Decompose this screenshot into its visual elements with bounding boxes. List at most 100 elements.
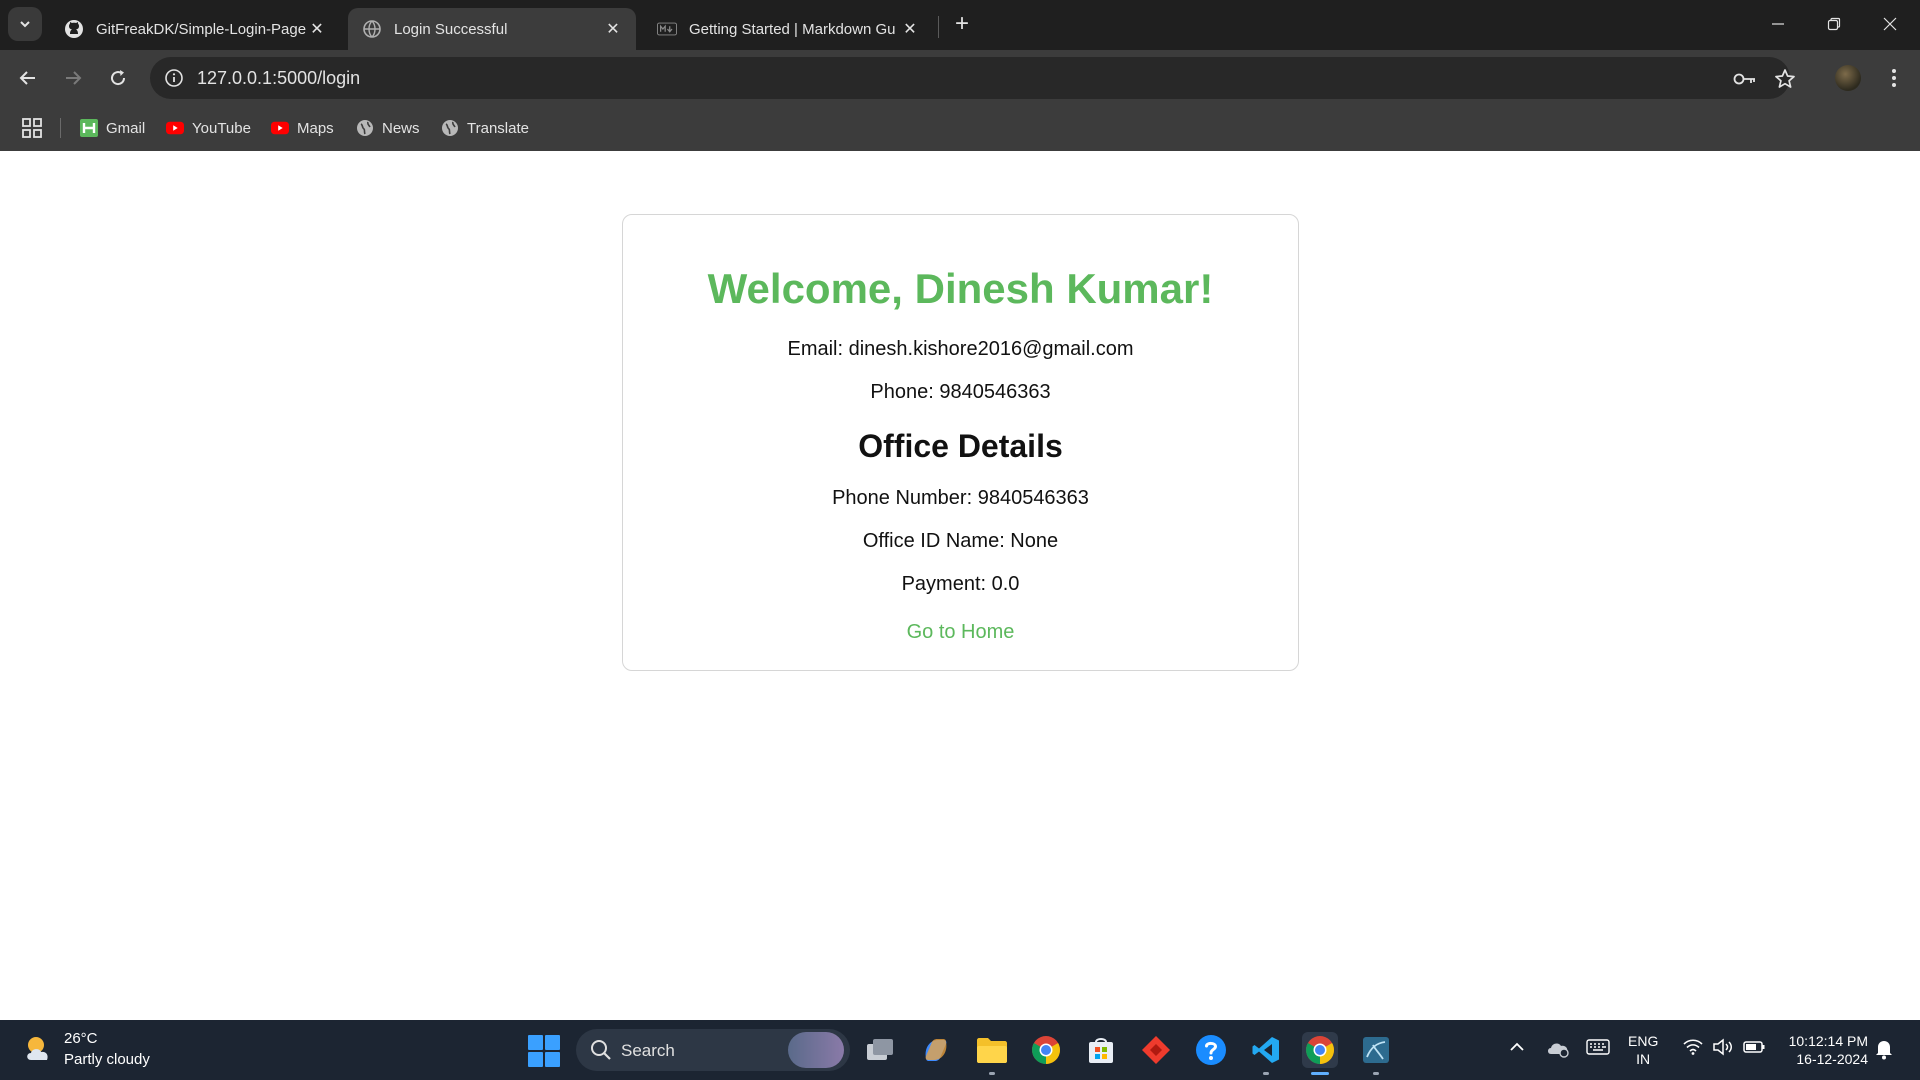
- bookmark-maps[interactable]: Maps: [271, 116, 334, 140]
- minimize-button[interactable]: [1750, 0, 1806, 48]
- site-info-icon[interactable]: [162, 66, 186, 90]
- maps-icon: [271, 119, 289, 137]
- anydesk-icon: [1142, 1036, 1170, 1064]
- notification-bell-icon[interactable]: [1874, 1038, 1894, 1060]
- tab-title: GitFreakDK/Simple-Login-Page: [96, 20, 306, 38]
- search-icon: [591, 1040, 611, 1060]
- tab-title: Getting Started | Markdown Gu: [689, 20, 896, 38]
- bookmark-gmail[interactable]: Gmail: [80, 116, 145, 140]
- profile-avatar[interactable]: [1835, 65, 1861, 91]
- taskbar: 26°C Partly cloudy Search ENG IN 10:12:1…: [0, 1020, 1920, 1080]
- region-code: IN: [1636, 1051, 1651, 1067]
- clock-time: 10:12:14 PM: [1788, 1033, 1868, 1049]
- search-highlight-image: [788, 1032, 844, 1068]
- url-text[interactable]: 127.0.0.1:5000/login: [197, 68, 360, 89]
- browser-toolbar: 127.0.0.1:5000/login: [0, 50, 1920, 106]
- file-explorer-app[interactable]: [974, 1032, 1010, 1075]
- bookmark-youtube[interactable]: YouTube: [166, 116, 251, 140]
- start-button[interactable]: [528, 1035, 560, 1067]
- arrow-left-icon: [19, 71, 35, 85]
- keyboard-icon[interactable]: [1586, 1038, 1610, 1056]
- weather-description[interactable]: Partly cloudy: [64, 1051, 150, 1068]
- arrow-right-icon: [66, 71, 82, 85]
- github-icon: [64, 19, 84, 39]
- tab-search-button[interactable]: [8, 7, 42, 41]
- weather-temperature[interactable]: 26°C: [64, 1030, 98, 1047]
- chrome-profile-app[interactable]: [1302, 1032, 1338, 1075]
- bookmark-news[interactable]: News: [356, 116, 420, 140]
- globe-icon: [362, 19, 382, 39]
- running-indicator: [989, 1072, 995, 1075]
- browser-menu-button[interactable]: [1880, 64, 1908, 92]
- bookmark-label: Gmail: [106, 119, 146, 137]
- onedrive-cloud-icon[interactable]: [1546, 1038, 1570, 1058]
- close-icon[interactable]: ✕: [602, 18, 624, 40]
- running-indicator: [1373, 1072, 1379, 1075]
- forward-button[interactable]: [55, 60, 91, 96]
- bookmark-label: News: [382, 119, 420, 137]
- bookmark-label: Translate: [467, 119, 529, 137]
- taskbar-search[interactable]: Search: [576, 1029, 850, 1071]
- windows-logo-pane: [545, 1035, 560, 1050]
- microsoft-store-app[interactable]: [1083, 1032, 1119, 1068]
- vscode-icon: [1252, 1037, 1279, 1063]
- bookmarks-bar: Gmail YouTube Maps News Translate: [0, 106, 1920, 151]
- close-icon: [1883, 17, 1897, 31]
- language-code: ENG: [1628, 1033, 1659, 1049]
- payment-text: Payment: 0.0: [901, 573, 1020, 595]
- search-label: Search: [621, 1041, 675, 1060]
- anydesk-app[interactable]: [1138, 1032, 1174, 1068]
- close-icon[interactable]: ✕: [306, 18, 328, 40]
- reload-button[interactable]: [100, 60, 136, 96]
- gmail-icon: [80, 119, 98, 137]
- weather-partly-cloudy-icon[interactable]: [22, 1032, 56, 1066]
- input-language-indicator[interactable]: ENG IN: [1628, 1032, 1658, 1068]
- office-details-heading: Office Details: [858, 428, 1063, 464]
- youtube-icon: [166, 119, 184, 137]
- tab-divider: [938, 16, 939, 38]
- system-clock[interactable]: 10:12:14 PM 16-12-2024: [1780, 1032, 1868, 1068]
- tab-title: Login Successful: [394, 20, 508, 38]
- chrome-icon: [1032, 1036, 1060, 1064]
- bookmarks-divider: [60, 118, 61, 138]
- bookmark-translate[interactable]: Translate: [441, 116, 529, 140]
- restore-button[interactable]: [1806, 0, 1862, 48]
- volume-icon[interactable]: [1712, 1038, 1734, 1056]
- mysql-workbench-app[interactable]: [1358, 1032, 1394, 1075]
- reload-icon: [111, 70, 126, 86]
- bookmark-label: Maps: [297, 119, 334, 137]
- go-to-home-link[interactable]: Go to Home: [623, 621, 1298, 644]
- store-icon: [1089, 1038, 1113, 1063]
- apps-grid-icon[interactable]: [20, 116, 44, 140]
- tab-github[interactable]: GitFreakDK/Simple-Login-Page ✕: [50, 8, 340, 50]
- close-icon[interactable]: ✕: [899, 18, 921, 40]
- wifi-icon[interactable]: [1682, 1038, 1704, 1056]
- chrome-app[interactable]: [1028, 1032, 1064, 1068]
- help-icon: [1196, 1035, 1226, 1065]
- get-help-app[interactable]: [1193, 1032, 1229, 1068]
- address-bar[interactable]: 127.0.0.1:5000/login: [150, 57, 1795, 99]
- back-button[interactable]: [10, 60, 46, 96]
- tab-strip: GitFreakDK/Simple-Login-Page ✕ Login Suc…: [0, 0, 1920, 50]
- new-tab-button[interactable]: +: [948, 10, 976, 38]
- tab-login-successful[interactable]: Login Successful ✕: [348, 8, 636, 50]
- office-id-text: Office ID Name: None: [862, 530, 1059, 552]
- clock-date: 16-12-2024: [1796, 1051, 1868, 1067]
- bookmark-star-icon[interactable]: [1772, 66, 1798, 92]
- chevron-up-icon[interactable]: [1508, 1038, 1526, 1056]
- close-window-button[interactable]: [1862, 0, 1918, 48]
- phone-text: Phone: 9840546363: [870, 381, 1051, 403]
- profile-card: Welcome, Dinesh Kumar! Email: dinesh.kis…: [622, 214, 1299, 671]
- mysql-workbench-icon: [1363, 1037, 1389, 1063]
- windows-logo-pane: [528, 1035, 543, 1050]
- task-view-button[interactable]: [862, 1032, 898, 1068]
- vscode-app[interactable]: [1248, 1032, 1284, 1075]
- copilot-app[interactable]: [918, 1032, 954, 1068]
- tab-markdown-guide[interactable]: Getting Started | Markdown Gu ✕: [643, 8, 933, 50]
- globe-icon: [356, 119, 374, 137]
- password-key-icon[interactable]: [1732, 66, 1758, 92]
- folder-icon: [977, 1038, 1007, 1063]
- restore-icon: [1827, 17, 1841, 31]
- battery-icon[interactable]: [1742, 1038, 1766, 1056]
- chrome-icon: [1306, 1036, 1334, 1064]
